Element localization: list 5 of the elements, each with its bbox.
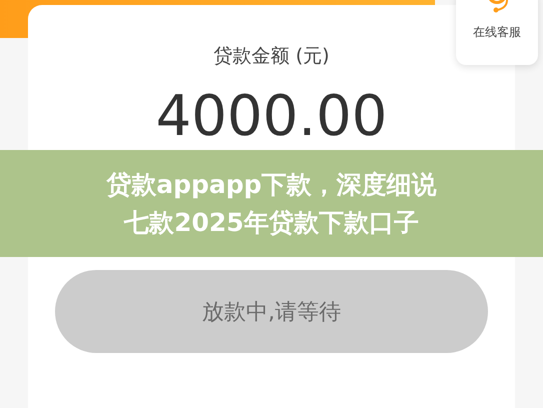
banner-title-line: 七款2025年贷款下款口子 xyxy=(124,206,419,238)
loan-amount: 4000.00 xyxy=(156,89,388,145)
customer-service-button[interactable]: 在线客服 xyxy=(456,0,538,65)
loan-amount-label: 贷款金额 (元) xyxy=(214,44,330,69)
banner-title-line: 贷款appapp下款，深度细说 xyxy=(106,169,437,201)
